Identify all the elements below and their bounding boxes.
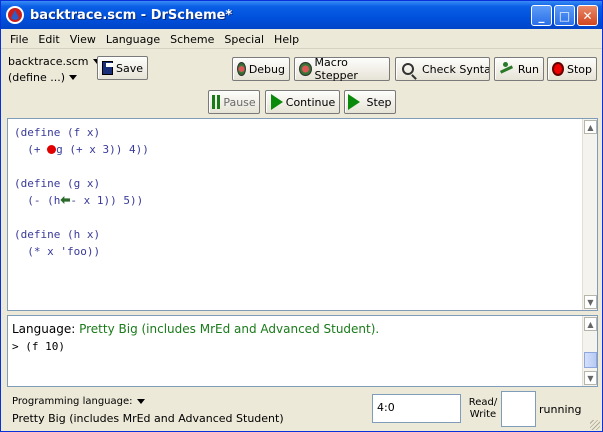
save-label: Save xyxy=(115,61,143,75)
repl-prompt[interactable]: > (f 10) xyxy=(12,340,65,353)
magnifier-icon xyxy=(402,63,414,75)
scroll-up-icon[interactable]: ▲ xyxy=(584,317,597,331)
stop-button[interactable]: Stop xyxy=(547,57,597,81)
close-button[interactable]: ✕ xyxy=(577,5,598,26)
interactions-pane[interactable]: Language: Pretty Big (includes MrEd and … xyxy=(7,315,598,387)
language-value: Pretty Big (includes MrEd and Advanced S… xyxy=(79,322,380,336)
step-button[interactable]: Step xyxy=(344,90,396,114)
cursor-position: 4:0 xyxy=(372,394,461,423)
language-line: Language: Pretty Big (includes MrEd and … xyxy=(12,322,379,336)
file-name: backtrace.scm xyxy=(8,54,89,68)
running-status: running xyxy=(539,403,582,416)
code-line-2-start: (+ xyxy=(14,143,48,156)
language-label: Language: xyxy=(12,322,76,336)
menu-edit[interactable]: Edit xyxy=(33,33,64,46)
run-label: Run xyxy=(517,62,539,76)
run-button[interactable]: Run xyxy=(494,57,544,81)
read-write-status: Read/ Write xyxy=(468,397,498,420)
maximize-button[interactable]: □ xyxy=(554,5,575,26)
current-position-arrow-icon xyxy=(60,196,71,204)
scroll-up-icon[interactable]: ▲ xyxy=(584,120,597,134)
menu-bar: File Edit View Language Scheme Special H… xyxy=(1,30,602,49)
menu-file[interactable]: File xyxy=(5,33,33,46)
chevron-down-icon xyxy=(136,399,145,404)
menu-language[interactable]: Language xyxy=(101,33,165,46)
code-line-8: (* x 'foo)) xyxy=(14,245,101,258)
code-line-4: (define (g x) xyxy=(14,177,101,190)
chevron-down-icon xyxy=(69,74,77,80)
drscheme-logo-icon xyxy=(6,6,24,24)
menu-special[interactable]: Special xyxy=(219,33,269,46)
file-selectors: backtrace.scm (define ...) xyxy=(8,53,101,85)
code-line-5-start: (- (h xyxy=(14,194,61,207)
pause-icon xyxy=(212,95,221,109)
scroll-down-icon[interactable]: ▼ xyxy=(584,371,597,385)
file-name-popup[interactable]: backtrace.scm xyxy=(8,53,101,69)
breakpoint-icon[interactable] xyxy=(47,145,57,154)
code-line-2-end: g (+ x 3)) 4)) xyxy=(56,143,149,156)
pause-label: Pause xyxy=(223,95,256,109)
code-line-1: (define (f x) xyxy=(14,126,101,139)
code-line-5-end: - x 1)) 5)) xyxy=(70,194,144,207)
check-syntax-button[interactable]: Check Syntax xyxy=(395,57,490,81)
stop-icon xyxy=(552,62,564,76)
macro-stepper-label: Macro Stepper xyxy=(314,56,358,82)
play-icon xyxy=(270,94,283,110)
continue-button[interactable]: Continue xyxy=(265,90,340,114)
macro-stepper-button[interactable]: Macro Stepper xyxy=(294,56,390,82)
pause-button[interactable]: Pause xyxy=(208,90,260,114)
continue-label: Continue xyxy=(285,95,336,109)
define-popup-label: (define ...) xyxy=(8,70,65,84)
debug-label: Debug xyxy=(248,62,285,76)
scroll-down-icon[interactable]: ▼ xyxy=(584,295,597,309)
programming-language-popup[interactable]: Programming language: xyxy=(12,396,145,407)
step-label: Step xyxy=(366,95,392,109)
title-bar[interactable]: backtrace.scm - DrScheme* _ □ ✕ xyxy=(1,1,602,29)
define-popup[interactable]: (define ...) xyxy=(8,69,94,85)
stop-label: Stop xyxy=(566,62,592,76)
programming-language-value: Pretty Big (includes MrEd and Advanced S… xyxy=(12,412,284,425)
status-bar: Programming language: Pretty Big (includ… xyxy=(1,389,602,432)
window-title: backtrace.scm - DrScheme* xyxy=(30,7,233,23)
scroll-thumb[interactable] xyxy=(584,352,597,368)
drscheme-window: backtrace.scm - DrScheme* _ □ ✕ File Edi… xyxy=(0,0,603,432)
menu-view[interactable]: View xyxy=(65,33,101,46)
macro-stepper-icon xyxy=(299,62,312,76)
code-text: (define (f x) (+ g (+ x 3)) 4)) (define … xyxy=(14,124,149,260)
editor-scrollbar[interactable]: ▲ ▼ xyxy=(582,119,597,310)
definitions-editor[interactable]: (define (f x) (+ g (+ x 3)) 4)) (define … xyxy=(7,118,598,311)
save-button[interactable]: Save xyxy=(97,56,148,80)
menu-help[interactable]: Help xyxy=(269,33,304,46)
bug-icon xyxy=(237,62,246,76)
minimize-button[interactable]: _ xyxy=(531,5,552,26)
interactions-scrollbar[interactable]: ▲ ▼ xyxy=(582,316,597,386)
floppy-disk-icon xyxy=(102,61,113,75)
step-play-icon xyxy=(348,94,361,110)
running-man-icon xyxy=(499,62,515,76)
resize-grip-icon[interactable] xyxy=(590,420,600,430)
menu-scheme[interactable]: Scheme xyxy=(165,33,219,46)
code-line-7: (define (h x) xyxy=(14,228,101,241)
activity-indicator xyxy=(501,391,536,427)
programming-language-label: Programming language: xyxy=(12,396,133,407)
check-syntax-label: Check Syntax xyxy=(422,62,490,76)
debug-button[interactable]: Debug xyxy=(232,57,290,81)
